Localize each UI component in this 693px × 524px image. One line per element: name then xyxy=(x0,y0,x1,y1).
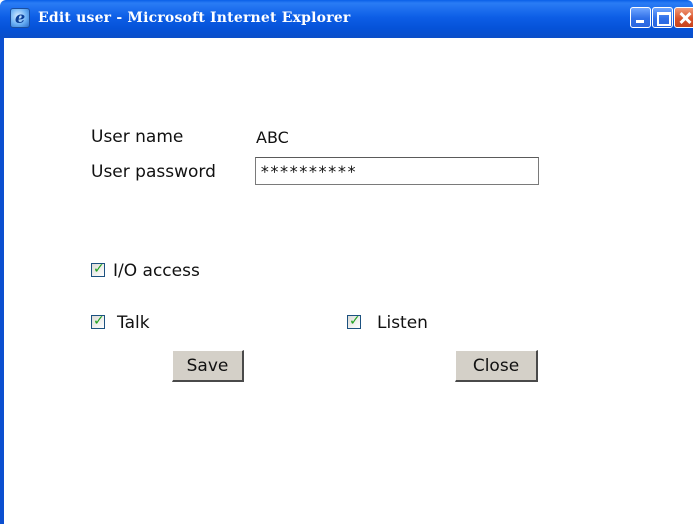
io-access-label: I/O access xyxy=(113,261,200,281)
listen-label: Listen xyxy=(377,313,428,333)
username-label: User name xyxy=(91,127,184,147)
title-bar[interactable]: Edit user - Microsoft Internet Explorer xyxy=(0,0,693,38)
username-value: ABC xyxy=(256,128,289,147)
password-field[interactable] xyxy=(255,157,539,185)
close-window-button[interactable] xyxy=(674,7,693,28)
io-access-checkbox[interactable]: ✓ xyxy=(91,261,105,277)
password-label: User password xyxy=(91,162,216,182)
maximize-button[interactable] xyxy=(652,7,673,28)
talk-label: Talk xyxy=(117,313,150,333)
listen-checkbox[interactable]: ✓ xyxy=(347,313,361,329)
checkmark-icon: ✓ xyxy=(93,261,105,277)
window-left-border xyxy=(0,38,4,524)
minimize-button[interactable] xyxy=(630,7,651,28)
edit-user-window: Edit user - Microsoft Internet Explorer … xyxy=(0,0,693,524)
close-button[interactable]: Close xyxy=(455,350,538,382)
talk-checkbox[interactable]: ✓ xyxy=(91,313,105,329)
checkmark-icon: ✓ xyxy=(93,313,105,329)
checkmark-icon: ✓ xyxy=(349,313,361,329)
internet-explorer-icon xyxy=(10,8,30,28)
window-title: Edit user - Microsoft Internet Explorer xyxy=(38,10,351,26)
save-button[interactable]: Save xyxy=(172,350,244,382)
